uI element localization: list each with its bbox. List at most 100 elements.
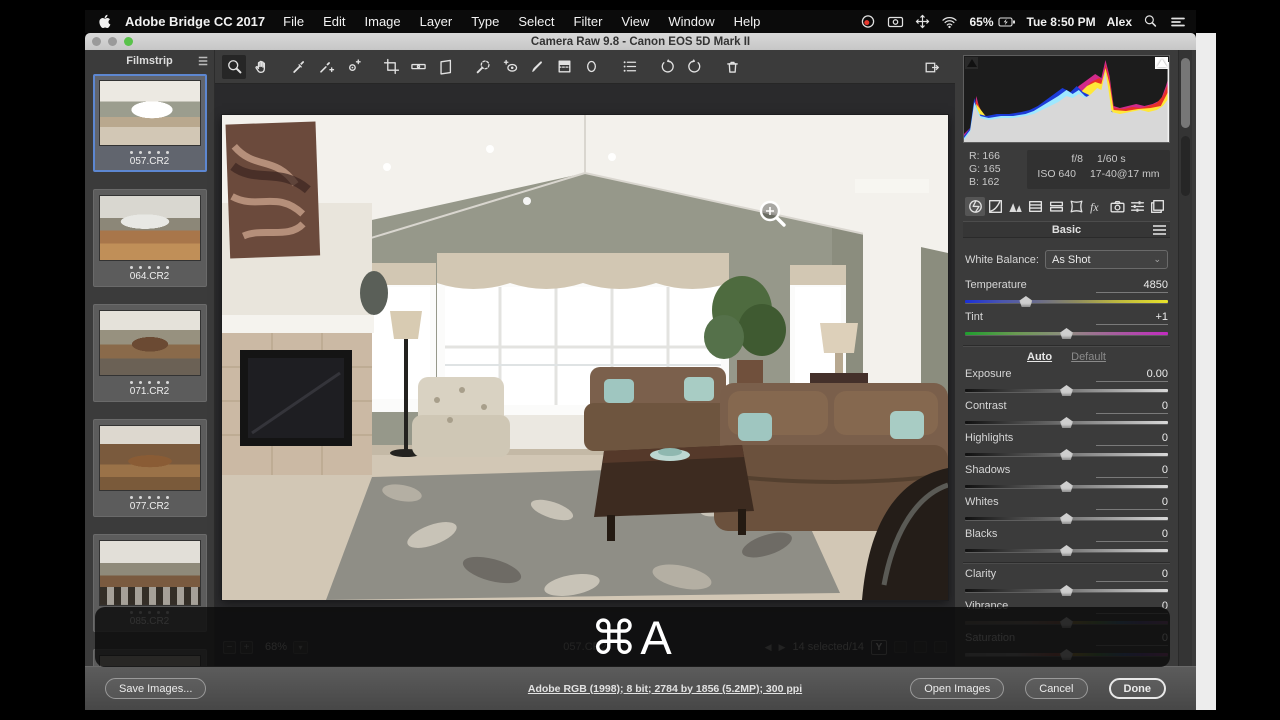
tab-hsl-icon[interactable] bbox=[1026, 197, 1046, 216]
menu-edit[interactable]: Edit bbox=[323, 14, 345, 29]
battery-indicator[interactable]: 65% bbox=[969, 15, 1015, 29]
slider-thumb[interactable] bbox=[1019, 296, 1032, 307]
slider-thumb[interactable] bbox=[1060, 481, 1073, 492]
panel-menu-icon[interactable] bbox=[1153, 225, 1166, 235]
delete-tool-icon[interactable] bbox=[720, 55, 744, 79]
apple-menu-icon[interactable] bbox=[98, 14, 111, 29]
zoom-tool-icon[interactable] bbox=[222, 55, 246, 79]
rating-dots[interactable] bbox=[99, 381, 201, 384]
rotate-right-tool-icon[interactable] bbox=[682, 55, 706, 79]
auto-link[interactable]: Auto bbox=[1027, 351, 1052, 363]
tab-snapshots-icon[interactable] bbox=[1148, 197, 1168, 216]
thumbnail-photo[interactable] bbox=[99, 80, 201, 146]
tab-effects-icon[interactable]: fx bbox=[1087, 197, 1107, 216]
window-title-bar[interactable]: Camera Raw 9.8 - Canon EOS 5D Mark II bbox=[85, 33, 1196, 50]
menu-image[interactable]: Image bbox=[365, 14, 401, 29]
white-balance-tool-icon[interactable] bbox=[287, 55, 311, 79]
thumbnail-photo[interactable] bbox=[99, 425, 201, 491]
filmstrip-thumbnail-071.CR2[interactable]: 071.CR2 bbox=[93, 304, 207, 402]
thumbnail-photo[interactable] bbox=[99, 195, 201, 261]
save-images-button[interactable]: Save Images... bbox=[105, 678, 206, 699]
list-icon[interactable] bbox=[1170, 15, 1186, 29]
menu-view[interactable]: View bbox=[621, 14, 649, 29]
targeted-adjustment-tool-icon[interactable] bbox=[341, 55, 365, 79]
tab-presets-icon[interactable] bbox=[1128, 197, 1148, 216]
rating-dots[interactable] bbox=[99, 266, 201, 269]
crop-tool-icon[interactable] bbox=[379, 55, 403, 79]
cancel-button[interactable]: Cancel bbox=[1025, 678, 1087, 699]
filmstrip-thumbnail-064.CR2[interactable]: 064.CR2 bbox=[93, 189, 207, 287]
slider-track[interactable] bbox=[965, 480, 1168, 493]
preview-image[interactable] bbox=[222, 115, 948, 600]
workflow-options-link[interactable]: Adobe RGB (1998); 8 bit; 2784 by 1856 (5… bbox=[385, 683, 945, 695]
menu-type[interactable]: Type bbox=[471, 14, 499, 29]
adjustment-brush-tool-icon[interactable] bbox=[525, 55, 549, 79]
display-icon[interactable] bbox=[887, 15, 904, 29]
slider-thumb[interactable] bbox=[1060, 545, 1073, 556]
hand-tool-icon[interactable] bbox=[249, 55, 273, 79]
slider-value-field[interactable]: 0.00 bbox=[1096, 368, 1168, 382]
active-app-name[interactable]: Adobe Bridge CC 2017 bbox=[125, 14, 265, 29]
graduated-filter-tool-icon[interactable] bbox=[552, 55, 576, 79]
radial-filter-tool-icon[interactable] bbox=[579, 55, 603, 79]
filmstrip-menu-icon[interactable]: ☰ bbox=[198, 55, 208, 68]
white-balance-select[interactable]: As Shot ⌄ bbox=[1045, 250, 1168, 269]
tab-basic-icon[interactable] bbox=[965, 197, 985, 216]
search-icon[interactable] bbox=[1143, 14, 1158, 29]
thumbnail-photo[interactable] bbox=[99, 310, 201, 376]
menu-window[interactable]: Window bbox=[668, 14, 714, 29]
move-icon[interactable] bbox=[915, 14, 930, 29]
slider-value-field[interactable]: 0 bbox=[1096, 400, 1168, 414]
menu-bar-user[interactable]: Alex bbox=[1107, 15, 1132, 29]
rotate-left-tool-icon[interactable] bbox=[655, 55, 679, 79]
slider-value-field[interactable]: +1 bbox=[1096, 311, 1168, 325]
filmstrip-thumbnail-077.CR2[interactable]: 077.CR2 bbox=[93, 419, 207, 517]
record-icon[interactable] bbox=[860, 14, 876, 29]
done-button[interactable]: Done bbox=[1109, 678, 1167, 699]
slider-track[interactable] bbox=[965, 584, 1168, 597]
preferences-tool-icon[interactable] bbox=[617, 55, 641, 79]
tab-tone-curve-icon[interactable] bbox=[985, 197, 1005, 216]
transform-tool-icon[interactable] bbox=[433, 55, 457, 79]
color-sampler-tool-icon[interactable] bbox=[314, 55, 338, 79]
rating-dots[interactable] bbox=[99, 496, 201, 499]
slider-track[interactable] bbox=[965, 512, 1168, 525]
slider-thumb[interactable] bbox=[1060, 513, 1073, 524]
slider-thumb[interactable] bbox=[1060, 449, 1073, 460]
histogram[interactable] bbox=[963, 55, 1170, 143]
menu-file[interactable]: File bbox=[283, 14, 304, 29]
thumbnail-photo[interactable] bbox=[99, 540, 201, 606]
straighten-tool-icon[interactable] bbox=[406, 55, 430, 79]
menu-layer[interactable]: Layer bbox=[420, 14, 453, 29]
spot-removal-tool-icon[interactable] bbox=[471, 55, 495, 79]
slider-value-field[interactable]: 0 bbox=[1096, 568, 1168, 582]
slider-track[interactable] bbox=[965, 544, 1168, 557]
fullscreen-toggle-icon[interactable] bbox=[919, 55, 943, 79]
highlight-clipping-indicator[interactable] bbox=[1155, 57, 1168, 69]
menu-help[interactable]: Help bbox=[734, 14, 761, 29]
slider-track[interactable] bbox=[965, 327, 1168, 340]
slider-value-field[interactable]: 0 bbox=[1096, 528, 1168, 542]
slider-thumb[interactable] bbox=[1060, 385, 1073, 396]
menu-bar-clock[interactable]: Tue 8:50 PM bbox=[1027, 15, 1096, 29]
tab-split-toning-icon[interactable] bbox=[1046, 197, 1066, 216]
tab-lens-corrections-icon[interactable] bbox=[1067, 197, 1087, 216]
slider-track[interactable] bbox=[965, 295, 1168, 308]
slider-track[interactable] bbox=[965, 448, 1168, 461]
slider-value-field[interactable]: 4850 bbox=[1096, 279, 1168, 293]
slider-value-field[interactable]: 0 bbox=[1096, 432, 1168, 446]
tab-camera-calibration-icon[interactable] bbox=[1107, 197, 1127, 216]
slider-track[interactable] bbox=[965, 384, 1168, 397]
slider-value-field[interactable]: 0 bbox=[1096, 496, 1168, 510]
rating-dots[interactable] bbox=[99, 151, 201, 154]
wifi-icon[interactable] bbox=[941, 15, 958, 29]
slider-thumb[interactable] bbox=[1060, 585, 1073, 596]
slider-value-field[interactable]: 0 bbox=[1096, 464, 1168, 478]
panel-scrollbar[interactable] bbox=[1178, 50, 1192, 666]
red-eye-tool-icon[interactable] bbox=[498, 55, 522, 79]
slider-track[interactable] bbox=[965, 416, 1168, 429]
tab-detail-icon[interactable] bbox=[1006, 197, 1026, 216]
filmstrip-thumbnail-057.CR2[interactable]: 057.CR2 bbox=[93, 74, 207, 172]
slider-thumb[interactable] bbox=[1060, 328, 1073, 339]
scrollbar-thumb[interactable] bbox=[1181, 58, 1190, 128]
